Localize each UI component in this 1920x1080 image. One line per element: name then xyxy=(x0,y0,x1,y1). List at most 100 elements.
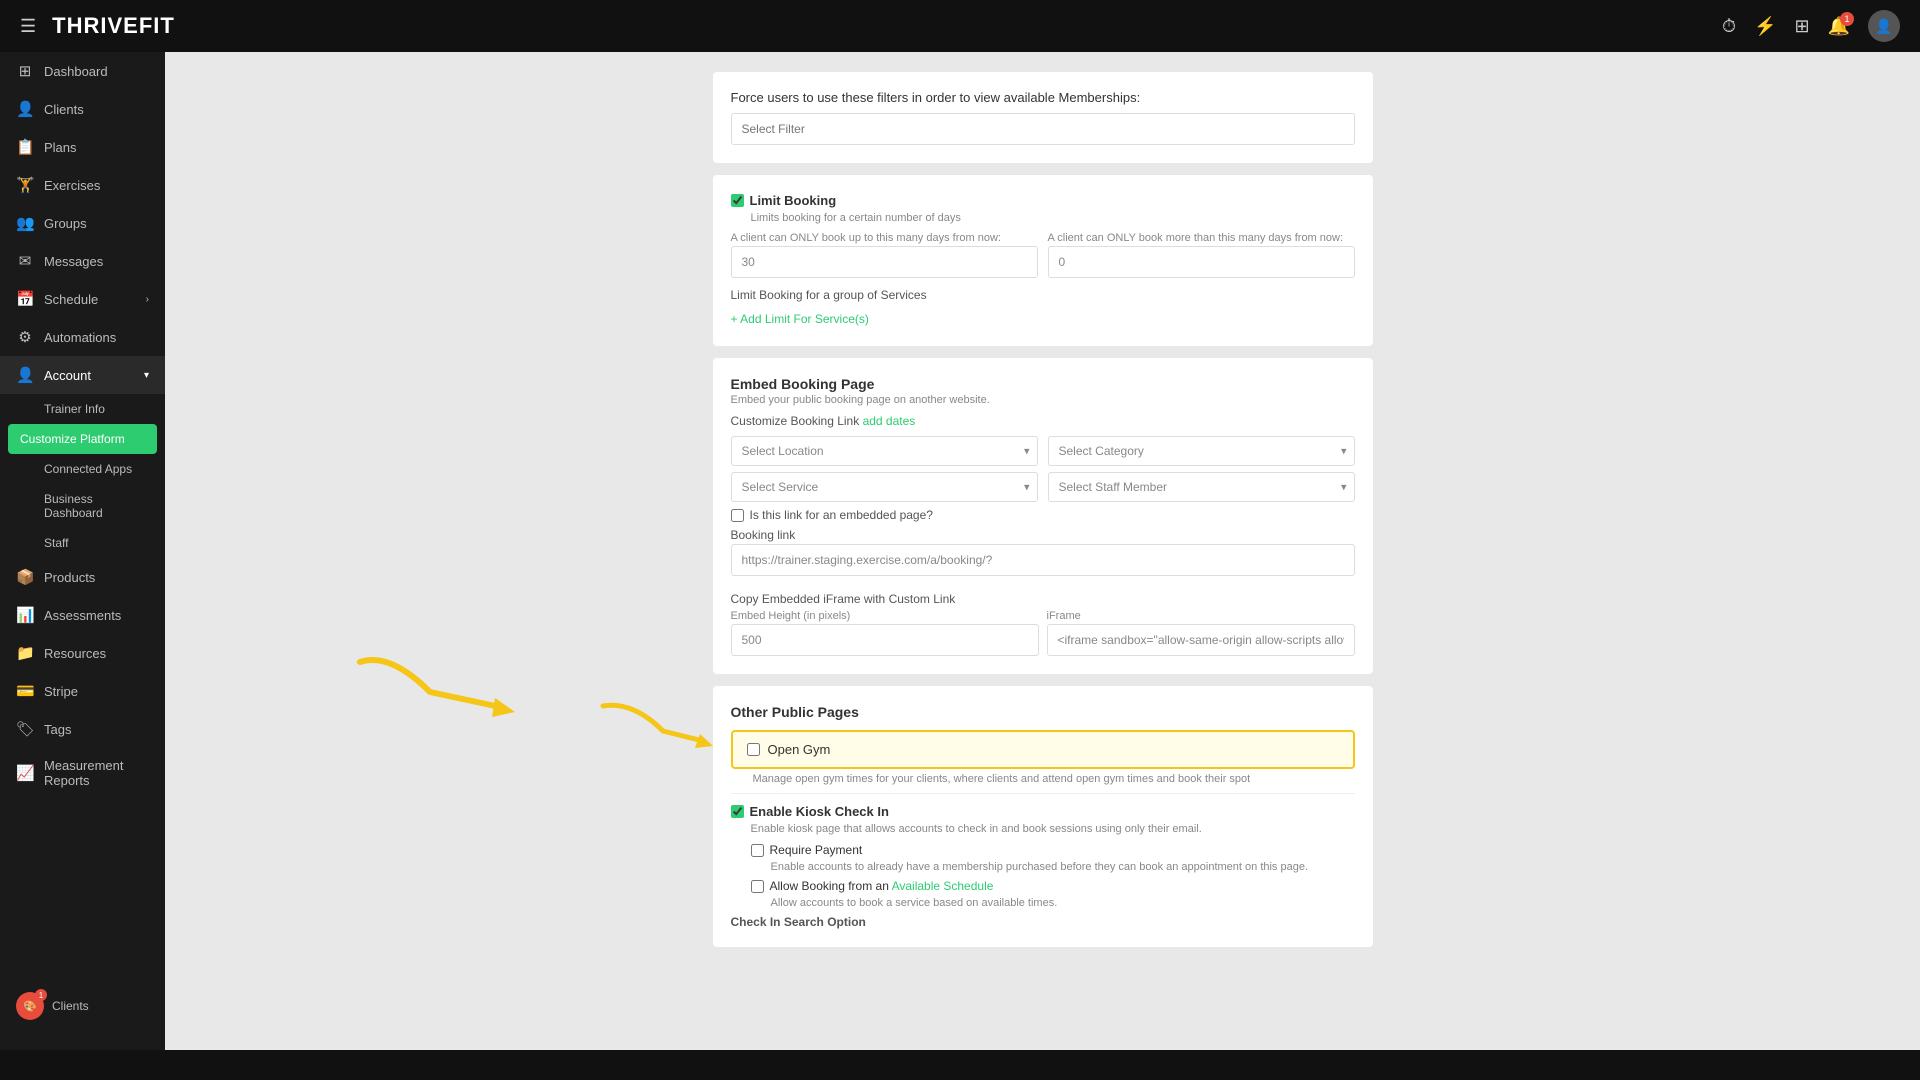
sidebar-item-resources[interactable]: 📁 Resources xyxy=(0,634,165,672)
kiosk-title: Enable Kiosk Check In xyxy=(750,804,889,819)
bottom-bar xyxy=(0,1050,1920,1080)
clients-icon: 👤 xyxy=(16,100,34,118)
sidebar-label-stripe: Stripe xyxy=(44,684,149,699)
top-bar-right: ⏱ ⚡ ⊞ 🔔 1 👤 xyxy=(1722,10,1900,42)
messages-icon: ✉ xyxy=(16,252,34,270)
sidebar-sub-customize-platform[interactable]: Customize Platform xyxy=(8,424,157,454)
require-payment-row: Require Payment xyxy=(751,843,1355,857)
sidebar-item-exercises[interactable]: 🏋 Exercises xyxy=(0,166,165,204)
sidebar-item-automations[interactable]: ⚙ Automations xyxy=(0,318,165,356)
timer-icon[interactable]: ⏱ xyxy=(1722,16,1736,37)
notification-icon[interactable]: 🔔 1 xyxy=(1828,16,1850,37)
sidebar-label-account: Account xyxy=(44,368,134,383)
sidebar-label-schedule: Schedule xyxy=(44,292,136,307)
sidebar-item-measurement-reports[interactable]: 📈 Measurement Reports xyxy=(0,748,165,798)
limit-booking-checkbox[interactable] xyxy=(731,194,744,207)
tags-icon: 🏷 xyxy=(16,720,34,738)
iframe-label: iFrame xyxy=(1047,610,1355,622)
allow-booking-row: Allow Booking from an Available Schedule xyxy=(751,879,1355,893)
embed-height-label: Embed Height (in pixels) xyxy=(731,610,1039,622)
sidebar-sub-staff[interactable]: Staff xyxy=(0,528,165,558)
sidebar-label-products: Products xyxy=(44,570,149,585)
sidebar-label-plans: Plans xyxy=(44,140,149,155)
open-gym-desc: Manage open gym times for your clients, … xyxy=(731,773,1355,785)
sidebar-label-resources: Resources xyxy=(44,646,149,661)
select-service[interactable]: Select Service xyxy=(731,472,1038,502)
sidebar-sub-trainer-info[interactable]: Trainer Info xyxy=(0,394,165,424)
add-limit-link[interactable]: + Add Limit For Service(s) xyxy=(731,312,869,326)
service-staff-row: Select Service Select Staff Member xyxy=(731,472,1355,502)
sidebar-item-tags[interactable]: 🏷 Tags xyxy=(0,710,165,748)
schedule-icon: 📅 xyxy=(16,290,34,308)
sidebar: ⊞ Dashboard 👤 Clients 📋 Plans 🏋 Exercise… xyxy=(0,52,165,1050)
sidebar-item-assessments[interactable]: 📊 Assessments xyxy=(0,596,165,634)
open-gym-checkbox[interactable] xyxy=(747,743,760,756)
check-in-search-label: Check In Search Option xyxy=(731,915,1355,929)
sidebar-item-schedule[interactable]: 📅 Schedule › xyxy=(0,280,165,318)
sidebar-item-messages[interactable]: ✉ Messages xyxy=(0,242,165,280)
limit-booking-title: Limit Booking xyxy=(750,193,837,208)
require-payment-desc: Enable accounts to already have a member… xyxy=(771,861,1355,873)
kiosk-checkbox[interactable] xyxy=(731,805,744,818)
notification-badge: 1 xyxy=(1840,12,1854,26)
sidebar-bottom-user: 🎨 1 Clients xyxy=(0,982,165,1030)
open-gym-box: Open Gym xyxy=(731,730,1355,769)
allow-booking-checkbox[interactable] xyxy=(751,880,764,893)
sidebar-item-groups[interactable]: 👥 Groups xyxy=(0,204,165,242)
menu-icon[interactable]: ☰ xyxy=(20,16,36,37)
main-layout: ⊞ Dashboard 👤 Clients 📋 Plans 🏋 Exercise… xyxy=(0,52,1920,1050)
available-schedule-link[interactable]: Available Schedule xyxy=(892,879,994,893)
lightning-icon[interactable]: ⚡ xyxy=(1754,16,1776,37)
limit-booking-checkbox-row: Limit Booking xyxy=(731,193,1355,208)
measurement-icon: 📈 xyxy=(16,764,34,782)
select-category[interactable]: Select Category xyxy=(1048,436,1355,466)
limit-booking-fields: A client can ONLY book up to this many d… xyxy=(731,232,1355,278)
allow-booking-label: Allow Booking from an Available Schedule xyxy=(770,879,994,893)
kiosk-desc: Enable kiosk page that allows accounts t… xyxy=(751,823,1355,835)
kiosk-section: Enable Kiosk Check In Enable kiosk page … xyxy=(731,804,1355,929)
limit-field1-input[interactable] xyxy=(731,246,1038,278)
select-filter-input[interactable] xyxy=(731,113,1355,145)
is-embedded-checkbox[interactable] xyxy=(731,509,744,522)
sidebar-item-dashboard[interactable]: ⊞ Dashboard xyxy=(0,52,165,90)
limit-field2-input[interactable] xyxy=(1048,246,1355,278)
sidebar-item-stripe[interactable]: 💳 Stripe xyxy=(0,672,165,710)
groups-icon: 👥 xyxy=(16,214,34,232)
sidebar-label-tags: Tags xyxy=(44,722,149,737)
products-icon: 📦 xyxy=(16,568,34,586)
sidebar-label-clients: Clients xyxy=(44,102,149,117)
grid-icon[interactable]: ⊞ xyxy=(1794,16,1809,37)
limit-field2-label: A client can ONLY book more than this ma… xyxy=(1048,232,1355,244)
iframe-col: iFrame xyxy=(1047,610,1355,656)
kiosk-checkbox-row: Enable Kiosk Check In xyxy=(731,804,1355,819)
force-filter-card: Force users to use these filters in orde… xyxy=(713,72,1373,163)
sidebar-item-clients[interactable]: 👤 Clients xyxy=(0,90,165,128)
sidebar-item-plans[interactable]: 📋 Plans xyxy=(0,128,165,166)
limit-group-section: Limit Booking for a group of Services + … xyxy=(731,288,1355,328)
limit-field1-label: A client can ONLY book up to this many d… xyxy=(731,232,1038,244)
sidebar-user-label: Clients xyxy=(52,999,89,1013)
is-embedded-row: Is this link for an embedded page? xyxy=(731,508,1355,522)
iframe-input[interactable] xyxy=(1047,624,1355,656)
app-logo: THRIVEFIT xyxy=(52,13,175,39)
open-gym-label: Open Gym xyxy=(768,742,831,757)
select-location[interactable]: Select Location xyxy=(731,436,1038,466)
dashboard-icon: ⊞ xyxy=(16,62,34,80)
limit-booking-field1: A client can ONLY book up to this many d… xyxy=(731,232,1038,278)
embed-height-input[interactable] xyxy=(731,624,1039,656)
sidebar-sub-connected-apps[interactable]: Connected Apps xyxy=(0,454,165,484)
avatar[interactable]: 👤 xyxy=(1868,10,1900,42)
limit-group-label: Limit Booking for a group of Services xyxy=(731,288,1355,302)
sidebar-sub-business-dashboard[interactable]: Business Dashboard xyxy=(0,484,165,528)
limit-booking-field2: A client can ONLY book more than this ma… xyxy=(1048,232,1355,278)
sidebar-item-account[interactable]: 👤 Account ▾ xyxy=(0,356,165,394)
embed-height-col: Embed Height (in pixels) xyxy=(731,610,1039,656)
booking-link-input[interactable] xyxy=(731,544,1355,576)
force-filter-title: Force users to use these filters in orde… xyxy=(731,90,1355,105)
sidebar-item-products[interactable]: 📦 Products xyxy=(0,558,165,596)
sidebar-user-avatar: 🎨 1 xyxy=(16,992,44,1020)
stripe-icon: 💳 xyxy=(16,682,34,700)
add-dates-link[interactable]: add dates xyxy=(863,414,916,428)
require-payment-checkbox[interactable] xyxy=(751,844,764,857)
select-staff[interactable]: Select Staff Member xyxy=(1048,472,1355,502)
